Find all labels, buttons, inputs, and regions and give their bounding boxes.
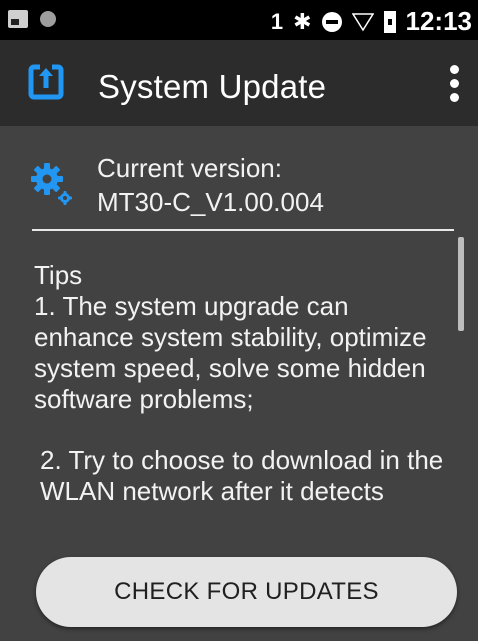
do-not-disturb-icon [321,11,342,32]
system-update-icon [28,62,64,105]
circle-icon [40,11,56,27]
scrollbar[interactable] [458,237,464,331]
gear-icon [30,162,76,213]
status-bar: 1 ✱ 12:13 [0,0,478,40]
image-icon [8,10,28,28]
current-version-row: Current version: MT30-C_V1.00.004 [0,140,478,222]
page-title: System Update [98,68,327,105]
divider [32,229,454,231]
tips-text: Tips 1. The system upgrade can enhance s… [34,260,454,507]
clock: 12:13 [405,6,473,36]
battery-icon [383,10,396,33]
tips-scroll-area[interactable]: Tips 1. The system upgrade can enhance s… [0,238,478,538]
version-value: MT30-C_V1.00.004 [97,187,324,217]
check-for-updates-button[interactable]: CHECK FOR UPDATES [36,557,457,627]
bluetooth-icon: ✱ [293,8,312,34]
tips-item-1: 1. The system upgrade can enhance system… [34,291,427,414]
tips-item-2: 2. Try to choose to download in the WLAN… [40,445,444,506]
more-vertical-icon[interactable] [442,60,466,106]
version-label: Current version: [97,153,282,183]
app-bar: System Update [0,40,478,126]
sim-indicator: 1 [270,8,284,34]
tips-heading: Tips [34,260,83,290]
wifi-icon [351,12,374,32]
